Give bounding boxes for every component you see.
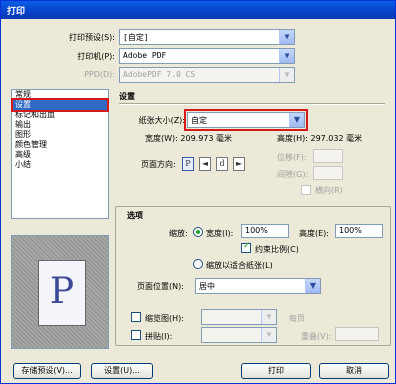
chevron-down-icon: ▼ [261, 328, 276, 342]
printer-label: 打印机(P): [77, 52, 115, 61]
landscape-orientation-icon[interactable]: ◄ [199, 157, 211, 171]
paper-height-text: 高度(H): 297.032 毫米 [277, 134, 363, 143]
category-item-general[interactable]: 常规 [12, 90, 108, 100]
options-heading: 选项 [127, 211, 143, 220]
category-item-graphics[interactable]: 图形 [12, 130, 108, 140]
paper-size-value: 自定 [191, 116, 207, 125]
paper-size-label: 纸张大小(Z): [138, 116, 185, 125]
category-item-marks-bleed[interactable]: 标记和出血 [12, 110, 108, 120]
transverse-checkbox [301, 185, 311, 195]
printer-value: Adobe PDF [123, 51, 167, 60]
fit-to-paper-label: 缩放以适合纸张(L) [206, 261, 273, 270]
save-preset-button[interactable]: 存储预设(V)... [13, 363, 81, 379]
preview-page: P [38, 260, 86, 326]
thumbnail-checkbox[interactable] [131, 312, 141, 322]
fit-to-paper-radio[interactable] [193, 259, 203, 269]
thumbnail-suffix: 每页 [289, 314, 305, 323]
scale-width-label: 宽度(I): [206, 229, 234, 238]
print-preview: P [11, 235, 109, 349]
reverse-portrait-orientation-icon[interactable]: d [216, 157, 228, 171]
category-item-color-management[interactable]: 颜色管理 [12, 140, 108, 150]
ppd-label: PPD(D): [84, 70, 115, 79]
chevron-down-icon: ▼ [279, 68, 294, 82]
ppd-select: AdobePDF 7.0 CS ▼ [119, 67, 295, 83]
thumbnail-label: 缩览图(H): [145, 314, 184, 323]
chevron-down-icon: ▼ [279, 30, 294, 44]
overlap-field [335, 327, 379, 341]
constrain-proportions-checkbox[interactable] [241, 241, 251, 253]
preview-letter: P [49, 271, 75, 312]
settings-heading: 设置 [119, 92, 135, 101]
constrain-proportions-label: 约束比例(C) [255, 245, 299, 254]
thumbnail-select: ▼ [201, 309, 277, 325]
scale-height-label: 高度(E): [299, 229, 329, 238]
portrait-orientation-icon[interactable]: P [182, 157, 194, 171]
page-position-value: 居中 [199, 282, 215, 291]
setup-button[interactable]: 设置(U)... [91, 363, 153, 379]
tile-label: 拼贴(I): [145, 332, 173, 341]
divider [119, 103, 385, 105]
chevron-down-icon: ▼ [305, 279, 320, 293]
scale-label: 缩放: [169, 229, 188, 238]
transverse-label: 横向(R) [315, 186, 343, 195]
scale-width-input[interactable]: 100% [241, 224, 289, 238]
offset-label: 位移(F): [277, 153, 307, 162]
scale-height-input[interactable]: 100% [335, 224, 383, 238]
paper-size-select[interactable]: 自定 ▼ [187, 112, 305, 128]
dialog-title: 打印 [1, 1, 395, 19]
printer-select[interactable]: Adobe PDF ▼ [119, 48, 295, 64]
gap-field [313, 166, 343, 180]
preset-label: 打印预设(S): [68, 33, 115, 42]
paper-width-text: 宽度(W): 209.973 毫米 [145, 134, 233, 143]
tile-select: ▼ [201, 327, 277, 343]
preset-select[interactable]: [自定] ▼ [119, 29, 295, 45]
gap-label: 间隙(G): [277, 170, 309, 179]
overlap-label: 重叠(V): [301, 332, 332, 341]
category-item-summary[interactable]: 小结 [12, 160, 108, 170]
ppd-value: AdobePDF 7.0 CS [123, 70, 196, 79]
chevron-down-icon: ▼ [289, 113, 304, 127]
category-item-advanced[interactable]: 高级 [12, 150, 108, 160]
category-item-output[interactable]: 输出 [12, 120, 108, 130]
print-button[interactable]: 打印 [241, 363, 311, 379]
cancel-button[interactable]: 取消 [319, 363, 389, 379]
scale-width-radio[interactable] [193, 227, 203, 237]
orientation-label: 页面方向: [141, 160, 176, 169]
print-dialog: 打印 打印预设(S): [自定] ▼ 打印机(P): Adobe PDF ▼ P… [0, 0, 396, 384]
offset-field [313, 149, 343, 163]
category-item-setup[interactable]: 设置 [12, 100, 108, 110]
page-position-select[interactable]: 居中 ▼ [195, 278, 321, 294]
category-list[interactable]: 常规 设置 标记和出血 输出 图形 颜色管理 高级 小结 [11, 89, 109, 219]
chevron-down-icon: ▼ [279, 49, 294, 63]
page-position-label: 页面位置(N): [137, 282, 184, 291]
preset-value: [自定] [123, 33, 149, 42]
chevron-down-icon: ▼ [261, 310, 276, 324]
reverse-landscape-orientation-icon[interactable]: ► [233, 157, 245, 171]
tile-checkbox[interactable] [131, 330, 141, 340]
